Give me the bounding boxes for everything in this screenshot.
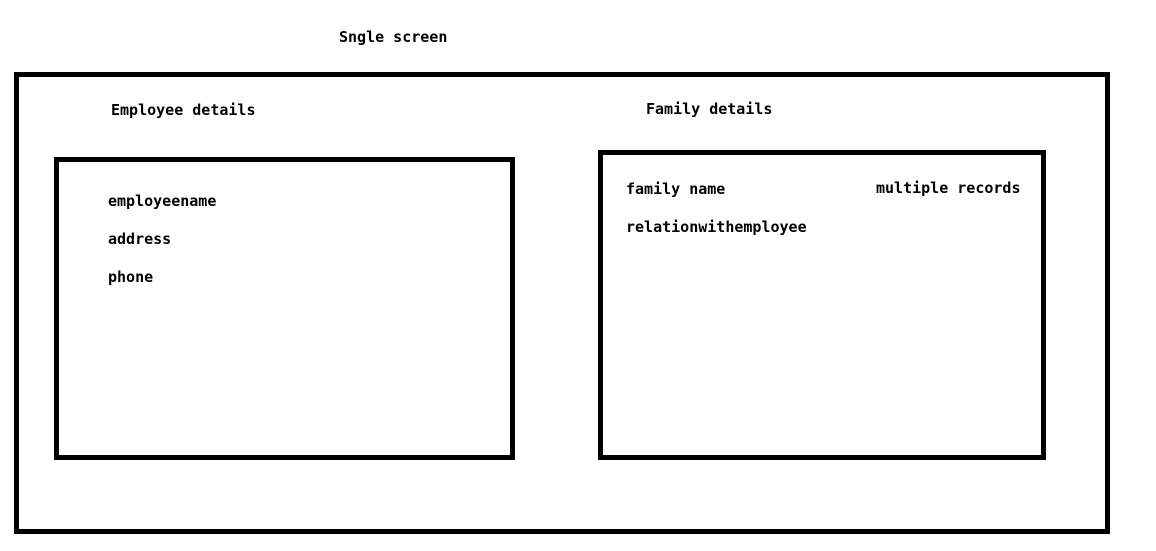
family-section-heading: Family details — [646, 100, 773, 118]
family-field-relationwithemployee: relationwithemployee — [626, 218, 807, 236]
family-field-family-name: family name — [626, 180, 726, 198]
screen-title: Sngle screen — [339, 28, 448, 46]
employee-field-phone: phone — [108, 268, 154, 286]
employee-section-heading: Employee details — [111, 101, 256, 119]
employee-field-address: address — [108, 230, 172, 248]
employee-field-employeename: employeename — [108, 192, 217, 210]
multiple-records-note: multiple records — [876, 179, 1021, 197]
